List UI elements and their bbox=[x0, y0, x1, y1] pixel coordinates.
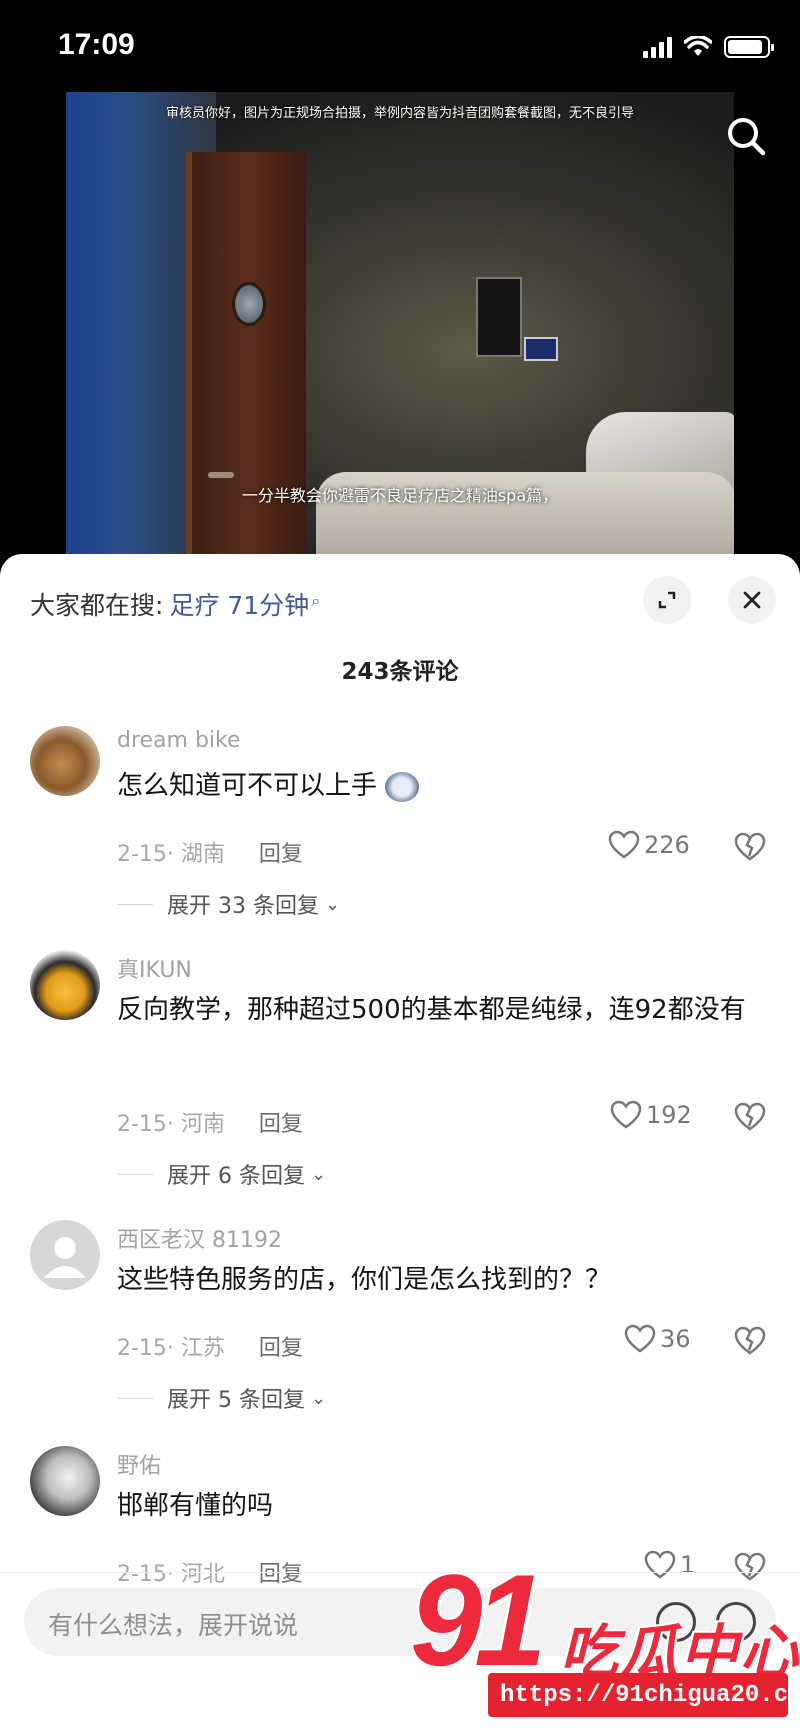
expand-button[interactable] bbox=[643, 576, 691, 624]
search-icon[interactable] bbox=[722, 112, 770, 160]
broken-heart-icon[interactable] bbox=[734, 1326, 766, 1356]
expand-replies[interactable]: 展开 6 条回复 ⌄ bbox=[117, 1158, 326, 1190]
status-time: 17:09 bbox=[58, 28, 135, 61]
comment-date-location: 2-15· 河南 bbox=[117, 1112, 225, 1137]
like-count: 192 bbox=[646, 1101, 692, 1129]
watermark-url: https://91chigua20.com bbox=[488, 1673, 800, 1717]
broken-heart-icon[interactable] bbox=[734, 832, 766, 862]
reply-button[interactable]: 回复 bbox=[259, 1330, 303, 1362]
comment-username[interactable]: 西区老汉 81192 bbox=[117, 1222, 282, 1254]
close-icon bbox=[743, 591, 761, 609]
hot-search-label: 大家都在搜: bbox=[30, 591, 164, 620]
video-player[interactable]: 审核员你好，图片为正规场合拍摄，举例内容皆为抖音团购套餐截图，无不良引导 一分半… bbox=[0, 92, 800, 562]
comment-date-location: 2-15· 湖南 bbox=[117, 842, 225, 867]
like-count: 36 bbox=[660, 1325, 691, 1353]
avatar[interactable] bbox=[30, 1446, 100, 1516]
expand-icon bbox=[658, 591, 676, 609]
heart-icon bbox=[624, 1324, 656, 1353]
battery-level bbox=[728, 40, 763, 54]
like-button[interactable]: 36 bbox=[624, 1324, 691, 1354]
comment-username[interactable]: 野佑 bbox=[117, 1448, 161, 1480]
status-icons bbox=[643, 36, 774, 58]
comment-text: 反向教学，那种超过500的基本都是纯绿，连92都没有 bbox=[117, 995, 746, 1025]
like-button[interactable]: 192 bbox=[610, 1100, 692, 1130]
heart-icon bbox=[608, 830, 640, 859]
video-scene-thermostat bbox=[524, 337, 558, 361]
close-button[interactable] bbox=[728, 576, 776, 624]
comment-username[interactable]: dream bike bbox=[117, 728, 241, 753]
comment-meta: 2-15· 河南 回复 bbox=[117, 1106, 303, 1138]
video-scene-panel bbox=[476, 277, 522, 357]
avatar[interactable] bbox=[30, 726, 100, 796]
emoji-sticker-icon bbox=[385, 771, 420, 802]
hot-search-term[interactable]: 足疗 71分钟 bbox=[169, 586, 309, 622]
chevron-down-icon: ⌄ bbox=[324, 893, 341, 915]
expand-replies-label: 展开 5 条回复 bbox=[167, 1388, 305, 1413]
comment-text: 怎么知道可不可以上手 bbox=[117, 762, 757, 810]
video-caption: 一分半教会你避雷不良足疗店之精油spa篇， bbox=[241, 486, 559, 505]
broken-heart-icon[interactable] bbox=[734, 1102, 766, 1132]
video-scene-door-window bbox=[232, 282, 266, 326]
chevron-down-icon: ⌄ bbox=[310, 1387, 327, 1409]
avatar[interactable] bbox=[30, 950, 100, 1020]
divider bbox=[117, 1173, 153, 1175]
default-avatar-icon bbox=[44, 1237, 86, 1278]
expand-replies[interactable]: 展开 33 条回复 ⌄ bbox=[117, 888, 340, 920]
video-notice-text: 审核员你好，图片为正规场合拍摄，举例内容皆为抖音团购套餐截图，无不良引导 bbox=[165, 106, 634, 121]
comment-text-content: 怎么知道可不可以上手 bbox=[117, 771, 378, 801]
small-search-icon: ⌕ bbox=[311, 591, 321, 610]
like-button[interactable]: 226 bbox=[608, 830, 690, 860]
like-count: 226 bbox=[644, 831, 690, 859]
comment-username[interactable]: 真IKUN bbox=[117, 952, 192, 984]
heart-icon bbox=[610, 1100, 642, 1129]
wifi-icon bbox=[684, 36, 712, 56]
status-bar: 17:09 bbox=[0, 0, 800, 92]
comment-input-placeholder[interactable]: 有什么想法，展开说说 bbox=[48, 1606, 298, 1642]
expand-replies[interactable]: 展开 5 条回复 ⌄ bbox=[117, 1382, 326, 1414]
comment-text: 邯郸有懂的吗 bbox=[117, 1491, 274, 1521]
battery-icon bbox=[724, 36, 774, 58]
comment-meta: 2-15· 江苏 回复 bbox=[117, 1330, 303, 1362]
cellular-signal-icon bbox=[643, 36, 672, 58]
reply-button[interactable]: 回复 bbox=[259, 836, 303, 868]
hot-search[interactable]: 大家都在搜: 足疗 71分钟 ⌕ bbox=[30, 586, 320, 622]
divider bbox=[117, 1397, 153, 1399]
video-scene-door-handle bbox=[208, 472, 234, 478]
reply-button[interactable]: 回复 bbox=[259, 1106, 303, 1138]
comment-count: 243条评论 bbox=[341, 659, 459, 685]
expand-replies-label: 展开 6 条回复 bbox=[167, 1164, 305, 1189]
watermark-number: 91 bbox=[410, 1547, 547, 1693]
comment-date-location: 2-15· 江苏 bbox=[117, 1336, 225, 1361]
avatar[interactable] bbox=[30, 1220, 100, 1290]
chevron-down-icon: ⌄ bbox=[310, 1163, 327, 1185]
divider bbox=[117, 903, 153, 905]
comment-text: 这些特色服务的店，你们是怎么找到的？？ bbox=[117, 1265, 612, 1295]
comment-meta: 2-15· 湖南 回复 bbox=[117, 836, 303, 868]
watermark-logo: 91 吃瓜中心 https://91chigua20.com bbox=[400, 1555, 800, 1732]
expand-replies-label: 展开 33 条回复 bbox=[167, 894, 319, 919]
